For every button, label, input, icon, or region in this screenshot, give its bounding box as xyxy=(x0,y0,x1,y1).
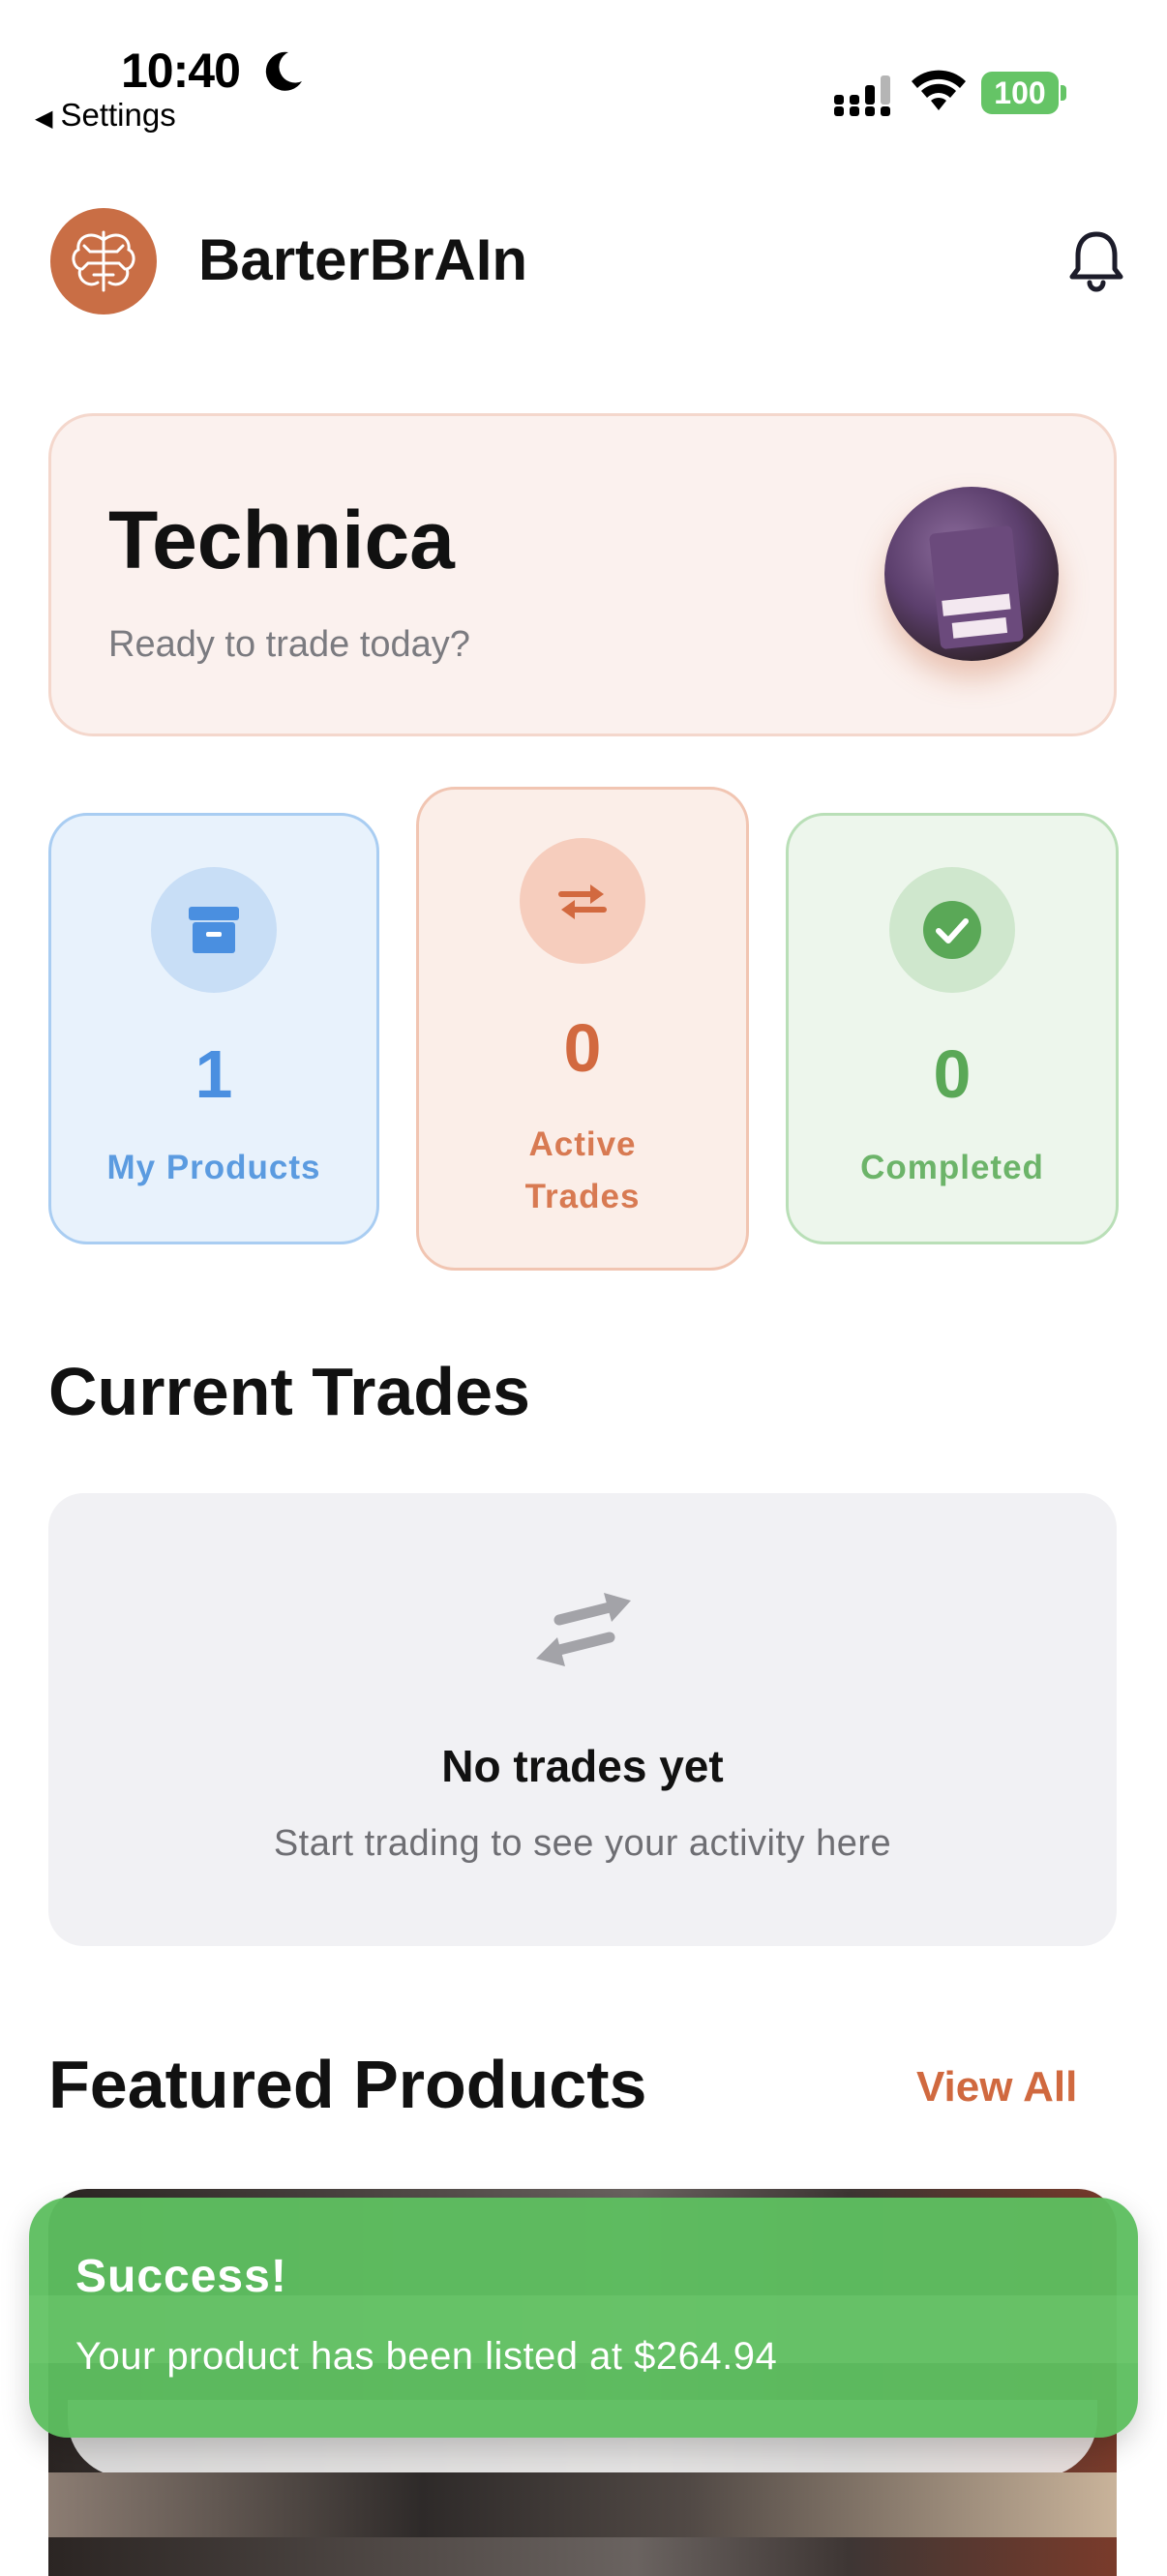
completed-count: 0 xyxy=(933,1036,972,1112)
bell-icon[interactable] xyxy=(1062,226,1130,294)
empty-trades-subtitle: Start trading to see your activity here xyxy=(273,1823,892,1864)
wifi-icon xyxy=(912,70,966,110)
brain-circuit-icon xyxy=(72,230,135,292)
toast-title: Success! xyxy=(75,2251,287,2302)
active-trades-icon-circle xyxy=(520,838,645,964)
empty-trades-title: No trades yet xyxy=(441,1741,724,1791)
battery-indicator: 100 xyxy=(981,72,1059,114)
archive-box-icon xyxy=(189,907,239,953)
cellular-signal-icon xyxy=(834,75,890,116)
welcome-subtitle: Ready to trade today? xyxy=(108,624,470,665)
active-trades-label: Active Trades xyxy=(416,1119,749,1223)
active-trades-label-line1: Active xyxy=(528,1125,637,1163)
status-time: 10:40 xyxy=(121,44,241,98)
view-all-link[interactable]: View All xyxy=(916,2063,1077,2112)
my-products-icon-circle xyxy=(151,867,277,993)
toast-message: Your product has been listed at $264.94 xyxy=(75,2335,778,2378)
battery-cap xyxy=(1061,85,1066,101)
back-to-settings-link[interactable]: ◀ Settings xyxy=(35,97,176,134)
empty-trades-card xyxy=(48,1493,1117,1946)
app-title: BarterBrAIn xyxy=(198,227,528,292)
swap-arrows-icon xyxy=(536,1593,631,1666)
completed-label: Completed xyxy=(860,1149,1044,1186)
avatar-photo-badge xyxy=(928,524,1025,650)
completed-icon-circle xyxy=(889,867,1015,993)
back-triangle-icon: ◀ xyxy=(35,105,53,132)
featured-products-title: Featured Products xyxy=(48,2047,647,2122)
app-logo xyxy=(50,208,157,315)
current-trades-title: Current Trades xyxy=(48,1354,530,1429)
check-circle-icon xyxy=(923,901,981,959)
moon-icon xyxy=(265,51,302,91)
my-products-count: 1 xyxy=(194,1036,233,1112)
user-name: Technica xyxy=(108,494,455,585)
back-label: Settings xyxy=(60,97,176,133)
active-trades-label-line2: Trades xyxy=(524,1178,641,1215)
swap-arrows-icon xyxy=(558,884,607,919)
active-trades-count: 0 xyxy=(563,1010,602,1086)
user-avatar[interactable] xyxy=(884,487,1059,661)
featured-product-image-lower xyxy=(48,2472,1117,2537)
my-products-label: My Products xyxy=(106,1149,321,1186)
